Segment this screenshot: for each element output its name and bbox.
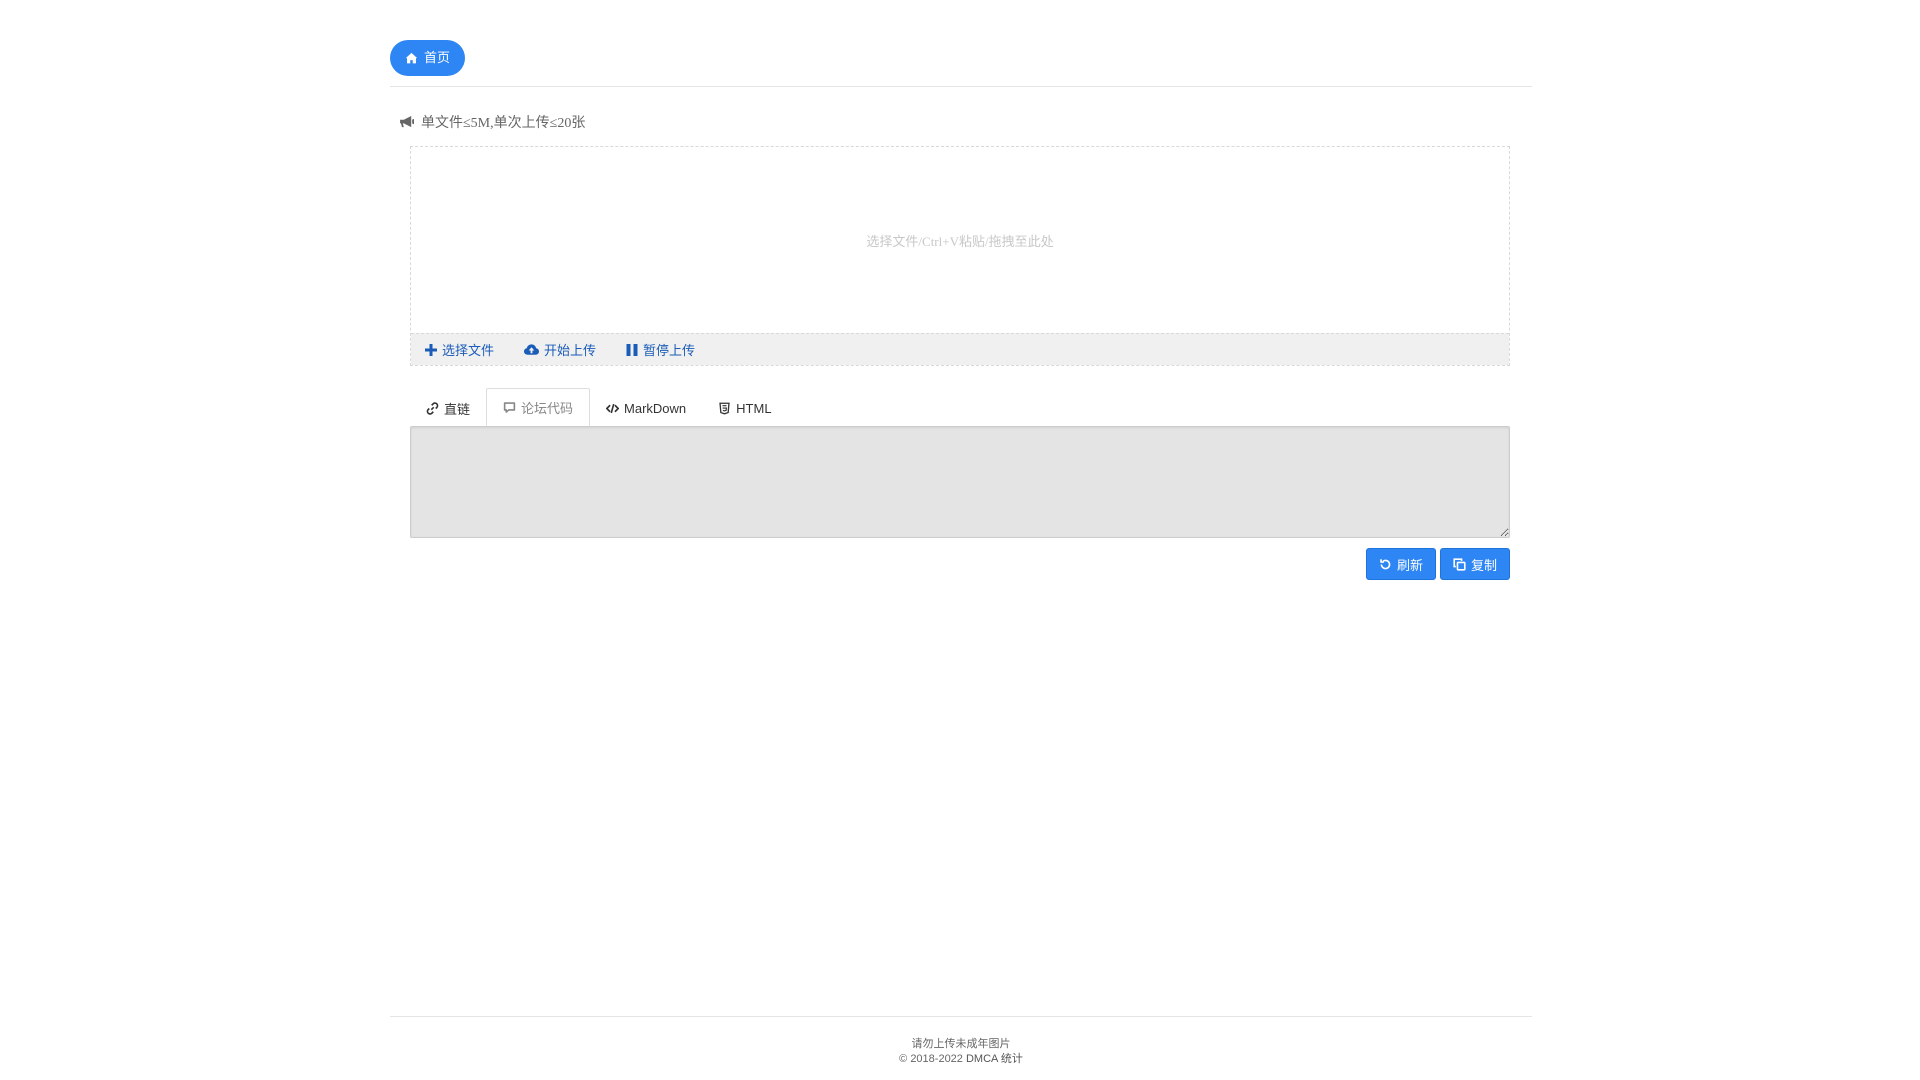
link-format-tabs: 直链 论坛代码 MarkDown HTML bbox=[410, 388, 1510, 426]
page-container: 首页 单文件≤5M,单次上传≤20张 选择文件/Ctrl+V粘贴/拖拽至此处 选… bbox=[390, 0, 1532, 1080]
copy-button[interactable]: 复制 bbox=[1439, 548, 1510, 580]
select-files-label: 选择文件 bbox=[442, 343, 495, 358]
start-upload-button[interactable]: 开始上传 bbox=[524, 340, 596, 359]
tab-html[interactable]: HTML bbox=[702, 390, 787, 426]
home-icon bbox=[405, 52, 418, 63]
copy-label: 复制 bbox=[1470, 557, 1497, 573]
tab-direct-link-label: 直链 bbox=[444, 401, 471, 417]
footer-copyright: © 2018-2022 bbox=[899, 1053, 963, 1065]
refresh-icon bbox=[1380, 558, 1391, 569]
refresh-label: 刷新 bbox=[1396, 557, 1423, 573]
drop-zone[interactable]: 选择文件/Ctrl+V粘贴/拖拽至此处 bbox=[411, 147, 1509, 333]
start-upload-label: 开始上传 bbox=[544, 343, 597, 358]
header: 首页 bbox=[390, 40, 1532, 87]
link-output-textarea[interactable] bbox=[410, 426, 1510, 538]
output-actions: 刷新 复制 bbox=[1365, 548, 1510, 580]
footer: 请勿上传未成年图片 © 2018-2022 DMCA 统计 bbox=[390, 1016, 1532, 1067]
code-icon bbox=[606, 403, 620, 413]
upload-toolbar: 选择文件 开始上传 暂停上传 bbox=[411, 333, 1509, 365]
pause-upload-button[interactable]: 暂停上传 bbox=[626, 340, 695, 359]
cloud-upload-icon bbox=[524, 343, 540, 355]
tab-markdown-label: MarkDown bbox=[624, 400, 687, 416]
home-label: 首页 bbox=[424, 50, 451, 65]
tab-markdown[interactable]: MarkDown bbox=[590, 390, 702, 426]
drop-hint: 选择文件/Ctrl+V粘贴/拖拽至此处 bbox=[866, 233, 1054, 249]
pause-icon bbox=[626, 343, 638, 356]
tab-html-label: HTML bbox=[736, 400, 772, 416]
footer-warning: 请勿上传未成年图片 bbox=[911, 1038, 1011, 1050]
footer-copyright-line: © 2018-2022 DMCA 统计 bbox=[390, 1051, 1532, 1067]
home-button[interactable]: 首页 bbox=[390, 40, 466, 76]
stats-link[interactable]: 统计 bbox=[1001, 1053, 1023, 1065]
upload-notice: 单文件≤5M,单次上传≤20张 bbox=[400, 112, 585, 132]
html5-icon bbox=[719, 402, 730, 414]
upload-box: 选择文件/Ctrl+V粘贴/拖拽至此处 选择文件 开始上传 暂停上传 bbox=[410, 146, 1510, 366]
pause-upload-label: 暂停上传 bbox=[643, 343, 696, 358]
tab-forum-code[interactable]: 论坛代码 bbox=[486, 388, 591, 426]
dmca-link[interactable]: DMCA bbox=[966, 1053, 998, 1065]
copy-icon bbox=[1453, 557, 1466, 571]
tab-direct-link[interactable]: 直链 bbox=[410, 390, 486, 426]
bullhorn-icon bbox=[400, 115, 414, 127]
comment-icon bbox=[503, 401, 516, 413]
notice-text: 单文件≤5M,单次上传≤20张 bbox=[421, 116, 586, 131]
link-icon bbox=[426, 401, 439, 415]
select-files-button[interactable]: 选择文件 bbox=[425, 340, 494, 359]
refresh-button[interactable]: 刷新 bbox=[1365, 548, 1436, 580]
plus-icon bbox=[425, 343, 437, 356]
tab-forum-code-label: 论坛代码 bbox=[521, 400, 574, 416]
